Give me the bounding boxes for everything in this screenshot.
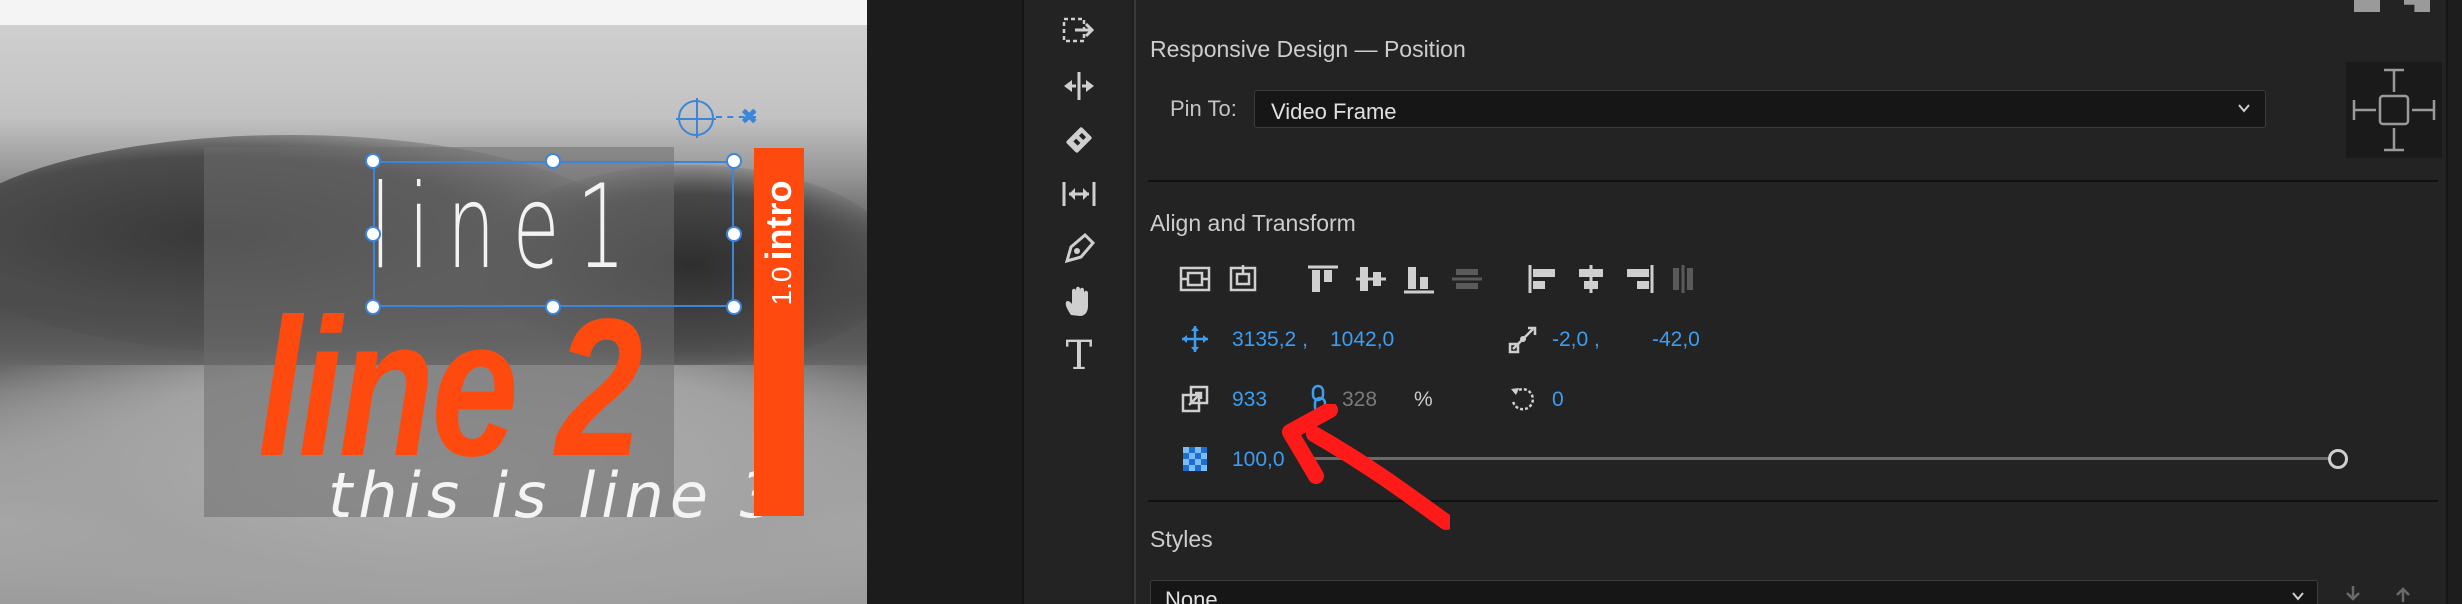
scale-value[interactable]: 933 bbox=[1232, 388, 1267, 412]
selection-bounding-box[interactable] bbox=[373, 161, 734, 307]
bar-version: 1.0 bbox=[766, 266, 797, 306]
new-layer-icon[interactable] bbox=[2354, 0, 2380, 12]
title-line3-text[interactable]: this is line 3 bbox=[328, 465, 785, 527]
intro-bar-text: 1.0 intro bbox=[758, 181, 800, 306]
anchor-y-value[interactable]: -42,0 bbox=[1652, 328, 1700, 352]
anchor-point-icon bbox=[1506, 322, 1540, 356]
layer-options-icon[interactable] bbox=[2404, 0, 2430, 12]
hand-icon[interactable] bbox=[1056, 282, 1102, 322]
align-to-video-frame-icon[interactable] bbox=[1176, 262, 1214, 296]
type-icon[interactable]: T bbox=[1056, 336, 1102, 376]
pin-to-value: Video Frame bbox=[1271, 99, 1397, 124]
resize-handle-left[interactable] bbox=[365, 226, 381, 242]
align-horizontal-center-icon[interactable] bbox=[1572, 262, 1610, 296]
track-select-forward-icon[interactable] bbox=[1056, 10, 1102, 50]
annotation-arrow-icon bbox=[1282, 404, 1450, 530]
resize-handle-bottom[interactable] bbox=[545, 299, 561, 315]
resize-handle-bottom-left[interactable] bbox=[365, 299, 381, 315]
chevron-down-icon bbox=[2238, 104, 2250, 113]
styles-value: None bbox=[1165, 587, 1218, 604]
opacity-slider-thumb[interactable] bbox=[2328, 449, 2348, 469]
distribute-vertical-icon bbox=[1448, 262, 1486, 296]
align-vertical-center-icon[interactable] bbox=[1352, 262, 1390, 296]
panel-gap bbox=[867, 0, 1022, 604]
align-transform-title: Align and Transform bbox=[1150, 210, 1356, 236]
pin-to-dropdown[interactable]: Video Frame bbox=[1254, 90, 2266, 128]
anchor-x-value[interactable]: -2,0 , bbox=[1552, 328, 1600, 352]
chevron-down-icon bbox=[2292, 592, 2304, 601]
styles-dropdown[interactable]: None bbox=[1150, 580, 2318, 604]
program-monitor[interactable]: line1 line 2 this is line 3 1.0intro ✖ bbox=[0, 0, 867, 604]
align-right-icon[interactable] bbox=[1620, 262, 1658, 296]
anchor-point-icon[interactable] bbox=[676, 98, 716, 138]
panel-top-icons bbox=[2354, 0, 2454, 14]
resize-handle-top[interactable] bbox=[545, 153, 561, 169]
push-style-down-icon[interactable] bbox=[2342, 584, 2364, 604]
resize-handle-bottom-right[interactable] bbox=[726, 299, 742, 315]
distribute-horizontal-icon bbox=[1664, 262, 1702, 296]
rotation-icon bbox=[1506, 382, 1540, 416]
scale-icon bbox=[1178, 382, 1212, 416]
razor-icon[interactable] bbox=[1056, 120, 1102, 160]
title-line2-text[interactable]: line 2 bbox=[258, 290, 643, 486]
resize-handle-right[interactable] bbox=[726, 226, 742, 242]
rotation-value[interactable]: 0 bbox=[1552, 388, 1564, 412]
slip-icon[interactable] bbox=[1056, 174, 1102, 214]
pen-icon[interactable] bbox=[1056, 228, 1102, 268]
pin-to-label: Pin To: bbox=[1170, 96, 1237, 121]
section-divider bbox=[1148, 180, 2438, 182]
align-to-selection-icon[interactable] bbox=[1224, 262, 1262, 296]
panel-scrollbar[interactable] bbox=[2446, 0, 2462, 604]
position-icon bbox=[1178, 322, 1212, 356]
ripple-edit-icon[interactable] bbox=[1056, 66, 1102, 106]
align-bottom-icon[interactable] bbox=[1400, 262, 1438, 296]
styles-title: Styles bbox=[1150, 526, 1213, 552]
position-x-value[interactable]: 3135,2 , bbox=[1232, 328, 1308, 352]
align-top-icon[interactable] bbox=[1304, 262, 1342, 296]
position-y-value[interactable]: 1042,0 bbox=[1330, 328, 1394, 352]
opacity-icon bbox=[1178, 442, 1212, 476]
intro-bar[interactable]: 1.0 intro bbox=[754, 148, 804, 516]
resize-handle-top-left[interactable] bbox=[365, 153, 381, 169]
opacity-slider-track[interactable] bbox=[1298, 457, 2334, 460]
pin-edges-widget[interactable] bbox=[2346, 62, 2442, 158]
monitor-top-strip bbox=[0, 0, 867, 25]
align-left-icon[interactable] bbox=[1524, 262, 1562, 296]
push-style-up-icon[interactable] bbox=[2392, 584, 2414, 604]
responsive-design-title: Responsive Design — Position bbox=[1150, 36, 1466, 62]
tools-panel: T bbox=[1022, 0, 1132, 604]
anchor-offset-icon: ✖ bbox=[740, 104, 759, 129]
bar-intro-label: intro bbox=[758, 180, 799, 261]
resize-handle-top-right[interactable] bbox=[726, 153, 742, 169]
